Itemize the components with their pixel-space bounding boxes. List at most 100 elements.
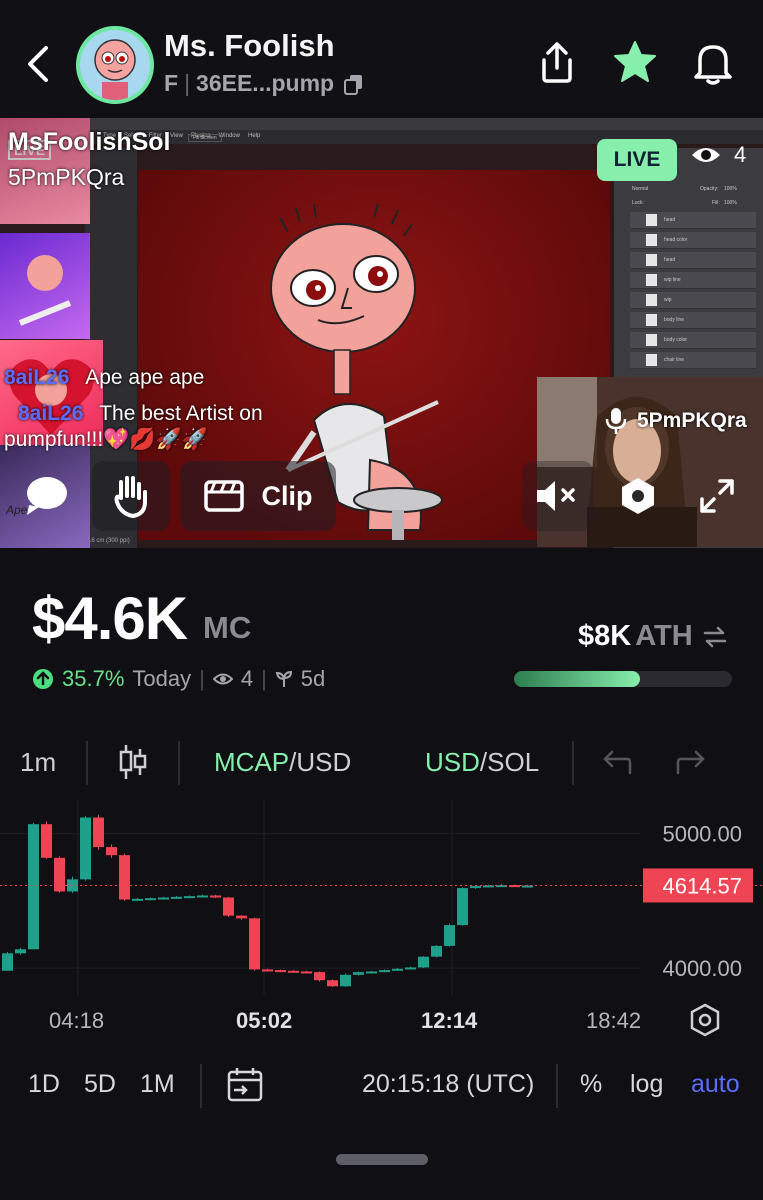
settings-button[interactable] [604, 461, 672, 531]
token-avatar [76, 26, 154, 104]
star-icon [614, 41, 656, 82]
layer-row: head [630, 252, 756, 269]
chat-button[interactable] [10, 461, 82, 531]
lock-label: Lock: [632, 200, 644, 206]
percent-toggle[interactable]: % [580, 1070, 602, 1099]
screen-capture-titlebar [85, 118, 763, 130]
clip-button[interactable]: Clip [180, 461, 336, 531]
streamer-name: MsFoolishSol [8, 128, 171, 156]
webcam-label: 5PmPKQra [605, 407, 747, 435]
candle-body [236, 915, 247, 919]
mcap-label: MCAP [214, 747, 290, 777]
candle-body [249, 918, 260, 970]
x-axis-tick: 05:02 [236, 1008, 293, 1033]
token-subtitle: F | 36EE...pump [164, 70, 364, 97]
candle-body [54, 857, 65, 892]
candle-body [119, 855, 130, 900]
candle-body [2, 953, 13, 971]
bottom-divider [200, 1064, 202, 1108]
redo-button[interactable] [676, 749, 706, 782]
range-1m[interactable]: 1M [140, 1070, 175, 1099]
clip-label: Clip [261, 480, 313, 511]
layer-row: head color [630, 232, 756, 249]
layer-row: chair line [630, 352, 756, 369]
chart-toolbar: 1m MCAP/USD USD/SOL [0, 735, 763, 791]
fullscreen-button[interactable] [682, 461, 752, 531]
undo-button[interactable] [602, 749, 632, 782]
utc-time: 20:15:18 (UTC) [362, 1070, 535, 1098]
candle-body [483, 885, 494, 888]
back-button[interactable] [20, 42, 60, 86]
chart-bottom-bar: 1D 5D 1M 20:15:18 (UTC) % log auto [0, 1058, 763, 1114]
candle-body [314, 972, 325, 981]
raise-hand-button[interactable] [92, 461, 170, 531]
toolbar-divider [86, 741, 88, 785]
mcap-usd-toggle[interactable]: MCAP/USD [214, 747, 351, 778]
candle-body [210, 895, 221, 898]
layer-row: body color [630, 332, 756, 349]
mute-button[interactable] [522, 461, 594, 531]
swap-icon[interactable] [701, 625, 729, 649]
chat-bubble-icon [27, 477, 67, 515]
opacity-label: Opacity: [700, 186, 719, 192]
ath-row: $8K ATH [578, 620, 729, 653]
chart-settings-icon[interactable] [688, 1002, 722, 1038]
live-badge: LIVE [597, 139, 677, 181]
copy-icon[interactable] [344, 73, 364, 95]
range-5d[interactable]: 5D [84, 1070, 116, 1099]
candle-body [353, 972, 364, 975]
ps-menu-item: View [170, 133, 183, 139]
blend-mode: Normal [632, 186, 649, 192]
layer-row: wip line [630, 272, 756, 289]
notification-button[interactable] [690, 40, 736, 86]
candle-body [184, 896, 195, 899]
candle-body [197, 895, 208, 898]
stats-divider: | [199, 666, 205, 691]
mcap-unit: /USD [289, 747, 352, 777]
holder-count: 4 [240, 666, 254, 691]
token-title: Ms. Foolish [164, 28, 335, 63]
candle-body [158, 897, 169, 900]
ps-menu-item: Window [218, 133, 240, 139]
chat-text: The best Artist on [99, 402, 263, 425]
calendar-icon[interactable] [226, 1066, 264, 1104]
chat-text: pumpfun!!!💖💋🚀🚀 [4, 428, 208, 451]
y-axis-tick: 4000.00 [662, 956, 742, 981]
auto-toggle[interactable]: auto [691, 1070, 740, 1099]
thumbnail [0, 233, 90, 339]
y-axis-tick: 5000.00 [662, 822, 742, 847]
x-axis: 04:18 05:02 12:14 18:42 [0, 1000, 763, 1040]
arrow-up-circle-icon [33, 669, 53, 689]
x-axis-tick: 18:42 [586, 1008, 642, 1033]
candles [2, 814, 533, 987]
usd-sol-toggle[interactable]: USD/SOL [425, 747, 539, 778]
market-cap-value: $4.6K [32, 585, 188, 652]
candle-body [93, 817, 104, 848]
share-icon [542, 42, 572, 83]
log-toggle[interactable]: log [630, 1070, 663, 1099]
undo-icon [603, 750, 632, 775]
fill-label: Fill: [712, 200, 720, 206]
x-axis-tick: 12:14 [421, 1008, 478, 1033]
ath-value: $8K [578, 620, 632, 652]
layer-row: body line [630, 312, 756, 329]
candle-body [340, 974, 351, 987]
candlestick-button[interactable] [118, 743, 148, 788]
candle-body [366, 971, 377, 974]
live-stream-video[interactable]: Type Select Filter View Plugins Window H… [0, 118, 763, 548]
toolbar-divider [572, 741, 574, 785]
interval-selector[interactable]: 1m [20, 747, 56, 778]
hexagon-settings-icon [622, 478, 654, 514]
candle-body [405, 967, 416, 970]
eye-icon [692, 148, 720, 162]
price-chart[interactable]: 5000.00 4000.00 4614.57 [0, 800, 763, 995]
candle-body [15, 949, 26, 954]
streamer-address: 5PmPKQra [8, 164, 125, 190]
range-1d[interactable]: 1D [28, 1070, 60, 1099]
share-button[interactable] [536, 40, 578, 84]
subtitle-separator: | [184, 70, 191, 96]
favorite-button[interactable] [612, 40, 658, 84]
microphone-icon [605, 408, 627, 434]
candlestick-icon [119, 745, 147, 779]
chat-username: 8aiL26 [4, 366, 70, 389]
